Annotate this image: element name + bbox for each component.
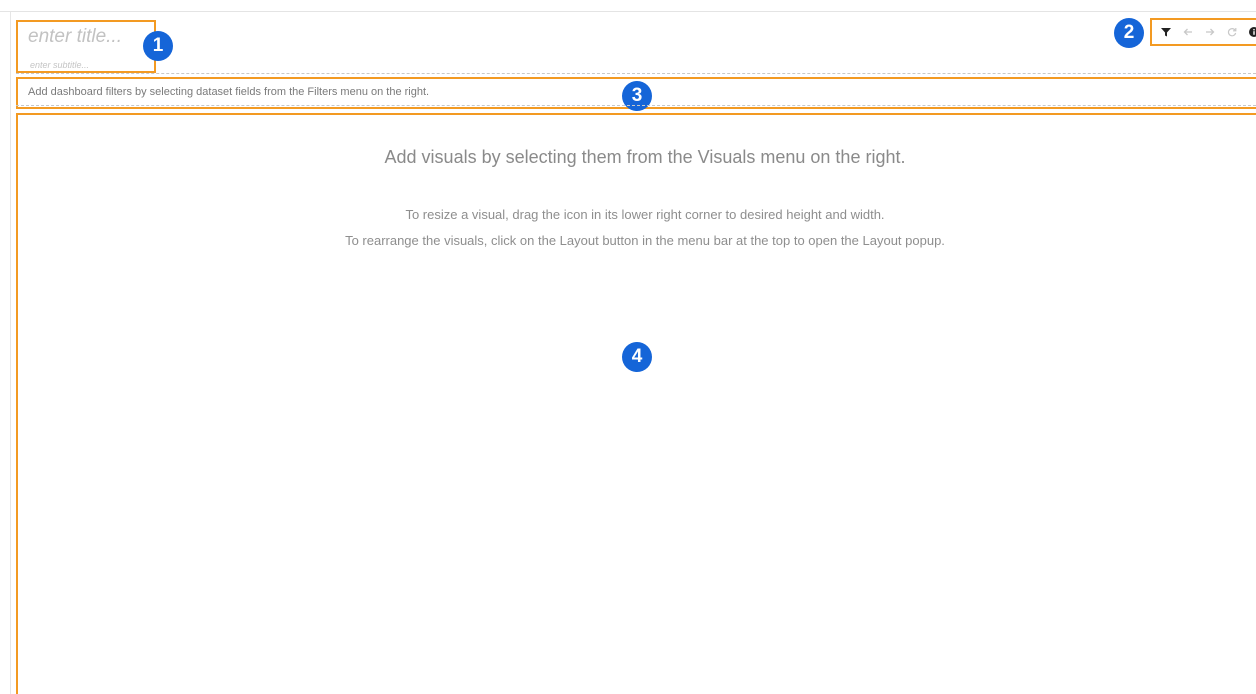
marker-4: 4 — [622, 342, 652, 372]
marker-3: 3 — [622, 81, 652, 111]
title-input[interactable]: enter title... — [28, 26, 122, 48]
header-divider — [16, 73, 1256, 74]
resize-instruction: To resize a visual, drag the icon in its… — [405, 207, 885, 222]
visuals-area — [16, 113, 1256, 694]
marker-1: 1 — [143, 31, 173, 61]
top-divider — [0, 11, 1256, 12]
back-arrow-icon[interactable] — [1182, 26, 1193, 38]
filter-icon[interactable] — [1160, 26, 1171, 38]
visuals-heading: Add visuals by selecting them from the V… — [384, 147, 906, 167]
info-icon[interactable] — [1249, 26, 1256, 38]
marker-2: 2 — [1114, 18, 1144, 48]
filters-hint: Add dashboard filters by selecting datas… — [28, 86, 430, 98]
title-area: enter title... enter subtitle... — [16, 20, 156, 73]
rearrange-instruction: To rearrange the visuals, click on the L… — [345, 233, 945, 248]
left-divider — [10, 12, 11, 694]
toolbar — [1150, 18, 1256, 46]
refresh-icon[interactable] — [1227, 26, 1238, 38]
subtitle-input[interactable]: enter subtitle... — [30, 60, 89, 70]
forward-arrow-icon[interactable] — [1204, 26, 1215, 38]
filters-divider — [16, 105, 1256, 106]
